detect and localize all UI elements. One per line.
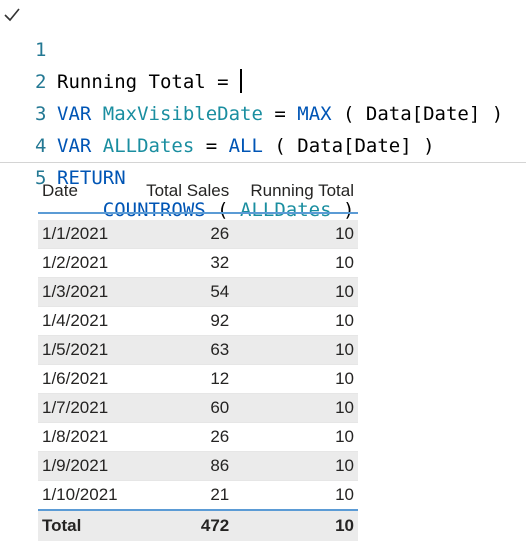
code-line-5[interactable]: 5 COUNTROWS ( ALLDates ): [0, 130, 354, 221]
cell-running-total: 10: [233, 220, 358, 249]
table-row[interactable]: 1/10/2021 21 10: [38, 480, 358, 511]
cell-running-total: 10: [233, 277, 358, 307]
cell-running-total: 10: [233, 451, 358, 481]
cell-running-total: 10: [233, 248, 358, 278]
measure-name: Running Total =: [57, 71, 241, 93]
cell-date: 1/8/2021: [38, 422, 132, 452]
code-line-1[interactable]: 1 Running Total =: [0, 2, 243, 93]
column-header-total-sales[interactable]: Total Sales: [131, 170, 234, 214]
cell-running-total: 10: [233, 393, 358, 423]
variable-token: MaxVisibleDate: [102, 103, 263, 125]
variable-token: ALLDates: [102, 135, 195, 157]
code-text: Running Total =: [57, 66, 243, 98]
cell-total-sales: 21: [131, 480, 234, 511]
argument-token: ( Data[Date] ): [262, 135, 435, 157]
total-row[interactable]: Total 472 10: [38, 509, 358, 541]
table-row[interactable]: 1/9/2021 86 10: [38, 451, 358, 481]
cell-running-total: 10: [233, 480, 358, 511]
code-text: VAR MaxVisibleDate = MAX ( Data[Date] ): [57, 98, 503, 130]
code-line-2[interactable]: 2 VAR MaxVisibleDate = MAX ( Data[Date] …: [0, 34, 503, 125]
table-row[interactable]: 1/2/2021 32 10: [38, 248, 358, 278]
cell-date: 1/2/2021: [38, 248, 132, 278]
cell-running-total: 10: [233, 335, 358, 365]
table-row[interactable]: 1/1/2021 26 10: [38, 220, 358, 249]
cell-date: 1/9/2021: [38, 451, 132, 481]
cell-running-total: 10: [233, 364, 358, 394]
header-row: Date Total Sales Running Total: [38, 170, 358, 214]
table-visual[interactable]: Date Total Sales Running Total 1/1/2021 …: [38, 170, 358, 541]
cell-total-sales: 54: [131, 277, 234, 307]
cell-date: 1/6/2021: [38, 364, 132, 394]
cell-total-sales: 32: [131, 248, 234, 278]
cell-total-sales: 63: [131, 335, 234, 365]
total-sales-value: 472: [131, 509, 234, 541]
cell-total-sales: 60: [131, 393, 234, 423]
function-token: MAX: [297, 103, 332, 125]
cell-date: 1/3/2021: [38, 277, 132, 307]
table-row[interactable]: 1/7/2021 60 10: [38, 393, 358, 423]
table-row[interactable]: 1/3/2021 54 10: [38, 277, 358, 307]
keyword-token: VAR: [57, 103, 103, 125]
code-line-4[interactable]: 4 RETURN: [0, 98, 126, 189]
operator-token: =: [262, 103, 298, 125]
table-row[interactable]: 1/8/2021 26 10: [38, 422, 358, 452]
cell-total-sales: 92: [131, 306, 234, 336]
cell-date: 1/10/2021: [38, 480, 132, 511]
code-line-3[interactable]: 3 VAR ALLDates = ALL ( Data[Date] ): [0, 66, 435, 157]
text-caret: [240, 69, 243, 93]
table-row[interactable]: 1/6/2021 12 10: [38, 364, 358, 394]
keyword-token: VAR: [57, 135, 103, 157]
cell-date: 1/4/2021: [38, 306, 132, 336]
cell-date: 1/5/2021: [38, 335, 132, 365]
cell-running-total: 10: [233, 306, 358, 336]
data-table: Date Total Sales Running Total 1/1/2021 …: [38, 170, 358, 541]
column-header-date[interactable]: Date: [38, 170, 132, 214]
cell-date: 1/7/2021: [38, 393, 132, 423]
table-row[interactable]: 1/4/2021 92 10: [38, 306, 358, 336]
cell-running-total: 10: [233, 422, 358, 452]
table-row[interactable]: 1/5/2021 63 10: [38, 335, 358, 365]
cell-total-sales: 12: [131, 364, 234, 394]
total-running-total-value: 10: [233, 509, 358, 541]
cell-total-sales: 26: [131, 220, 234, 249]
formula-editor[interactable]: 1 Running Total = 2 VAR MaxVisibleDate =…: [0, 0, 526, 221]
function-token: ALL: [228, 135, 263, 157]
operator-token: =: [194, 135, 229, 157]
cell-date: 1/1/2021: [38, 220, 132, 249]
cell-total-sales: 26: [131, 422, 234, 452]
total-label: Total: [38, 509, 132, 541]
column-header-running-total[interactable]: Running Total: [233, 170, 358, 214]
argument-token: ( Data[Date] ): [331, 103, 504, 125]
header-spacer: [38, 213, 358, 220]
cell-total-sales: 86: [131, 451, 234, 481]
code-text: VAR ALLDates = ALL ( Data[Date] ): [57, 130, 435, 162]
